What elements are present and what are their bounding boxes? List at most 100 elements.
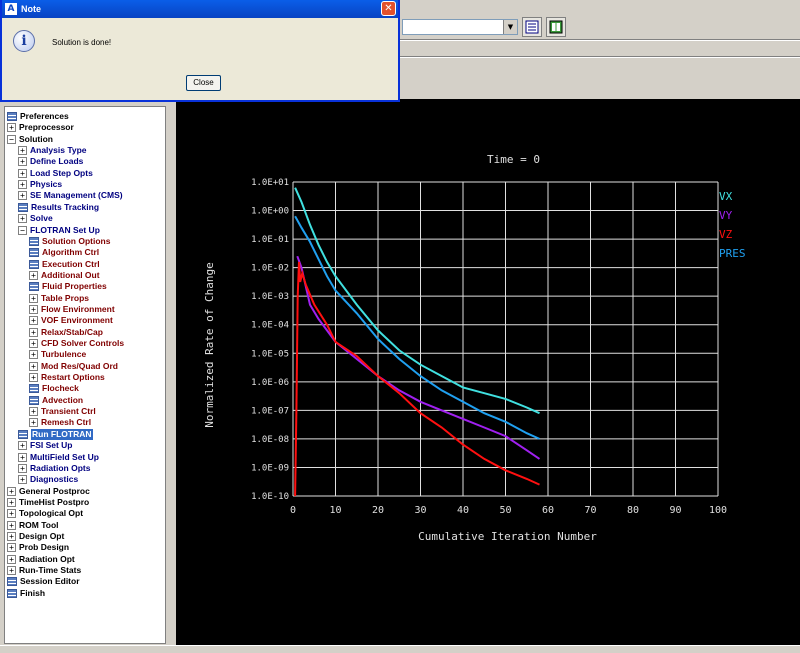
tree-item[interactable]: + Radiation Opts: [18, 463, 90, 474]
tree-item[interactable]: + Physics: [18, 179, 62, 190]
tree-item[interactable]: Finish: [7, 588, 45, 599]
expand-icon[interactable]: +: [7, 554, 16, 564]
tree-item-label: FLOTRAN Set Up: [30, 224, 100, 235]
tree-item[interactable]: + TimeHist Postpro: [7, 497, 89, 508]
expand-icon[interactable]: +: [18, 452, 27, 462]
expand-icon[interactable]: +: [18, 168, 27, 178]
tree-item[interactable]: Fluid Properties: [29, 281, 107, 292]
close-icon[interactable]: ✕: [381, 1, 396, 16]
expand-icon[interactable]: +: [7, 509, 16, 519]
tree-item[interactable]: + VOF Environment: [29, 315, 113, 326]
tree-item[interactable]: + ROM Tool: [7, 520, 59, 531]
expand-icon[interactable]: +: [18, 214, 27, 224]
expand-icon[interactable]: +: [29, 373, 38, 383]
expand-icon[interactable]: +: [7, 543, 16, 553]
expand-icon[interactable]: +: [29, 361, 38, 371]
expand-icon[interactable]: +: [29, 418, 38, 428]
main-menu-tree[interactable]: Preferences + Preprocessor − Solution + Analys…: [4, 106, 166, 644]
tree-item[interactable]: Flocheck: [29, 383, 79, 394]
tree-item[interactable]: Advection: [29, 395, 83, 406]
expand-icon[interactable]: +: [7, 497, 16, 507]
x-tick-label: 30: [414, 505, 426, 516]
tree-item-label: Run-Time Stats: [19, 565, 82, 575]
x-tick-label: 10: [329, 505, 341, 516]
collapse-icon[interactable]: −: [18, 225, 27, 235]
expand-icon[interactable]: +: [7, 566, 16, 575]
tree-item[interactable]: + Remesh Ctrl: [29, 417, 91, 428]
expand-icon[interactable]: +: [29, 304, 38, 314]
y-tick-label: 1.0E+01: [251, 178, 289, 188]
tree-item[interactable]: + FSI Set Up: [18, 440, 73, 451]
tree-item[interactable]: + Design Opt: [7, 531, 64, 542]
tree-item[interactable]: + Load Step Opts: [18, 168, 93, 179]
expand-icon[interactable]: +: [29, 293, 38, 303]
toolbar-button-1[interactable]: [522, 17, 542, 37]
tree-item-label: Additional Out: [41, 269, 100, 280]
tree-item[interactable]: + Transient Ctrl: [29, 406, 96, 417]
tree-item[interactable]: + Turbulence: [29, 349, 86, 360]
expand-icon[interactable]: +: [29, 316, 38, 326]
tree-item[interactable]: + Prob Design: [7, 542, 69, 553]
tree-item[interactable]: Execution Ctrl: [29, 259, 100, 270]
tree-item[interactable]: + Mod Res/Quad Ord: [29, 361, 118, 372]
tree-item[interactable]: + Table Props: [29, 293, 89, 304]
tree-item[interactable]: Preferences: [7, 111, 69, 122]
tree-item-label: Define Loads: [30, 156, 84, 167]
toolbar-button-2[interactable]: [546, 17, 566, 37]
tree-item[interactable]: + Relax/Stab/Cap: [29, 327, 103, 338]
expand-icon[interactable]: +: [7, 123, 16, 133]
expand-icon[interactable]: +: [29, 327, 38, 337]
expand-icon[interactable]: +: [7, 520, 16, 530]
dialog-message: Solution is done!: [52, 38, 112, 47]
tree-item[interactable]: + Flow Environment: [29, 304, 115, 315]
expand-icon[interactable]: +: [18, 191, 27, 201]
expand-icon[interactable]: +: [29, 350, 38, 360]
menu-leaf-icon: [7, 588, 17, 598]
tree-item[interactable]: + Radiation Opt: [7, 554, 75, 565]
tree-item[interactable]: + Restart Options: [29, 372, 105, 383]
status-bar: [0, 645, 800, 653]
dialog-titlebar[interactable]: A Note ✕: [2, 0, 398, 18]
expand-icon[interactable]: +: [18, 463, 27, 473]
tree-item[interactable]: + Run-Time Stats: [7, 565, 81, 576]
tree-item-label: Session Editor: [20, 576, 80, 587]
collapse-icon[interactable]: −: [7, 134, 16, 144]
tree-item[interactable]: Run FLOTRAN: [18, 428, 93, 440]
tree-item[interactable]: + Additional Out: [29, 270, 100, 281]
tree-item[interactable]: Results Tracking: [18, 202, 99, 213]
expand-icon[interactable]: +: [7, 531, 16, 541]
tree-item[interactable]: + CFD Solver Controls: [29, 338, 124, 349]
tree-scrollbar[interactable]: [166, 106, 170, 644]
tree-item[interactable]: + General Postproc: [7, 486, 90, 497]
tree-item[interactable]: + Preprocessor: [7, 122, 74, 133]
graphics-window[interactable]: 0 10 20 30 40 50 60 70 80 90 100 1.0E-10 1.0E-09 1.0E…: [176, 99, 800, 645]
y-tick-label: 1.0E-08: [251, 435, 289, 445]
tree-item[interactable]: + SE Management (CMS): [18, 190, 123, 201]
close-button[interactable]: Close: [186, 75, 221, 91]
tree-item[interactable]: + MultiField Set Up: [18, 452, 99, 463]
tree-item[interactable]: Solution Options: [29, 236, 110, 247]
expand-icon[interactable]: +: [29, 407, 38, 417]
tree-item[interactable]: + Topological Opt: [7, 508, 83, 519]
expand-icon[interactable]: +: [18, 157, 27, 167]
tree-item[interactable]: Algorithm Ctrl: [29, 247, 99, 258]
tree-item[interactable]: Session Editor: [7, 576, 80, 587]
tree-item[interactable]: + Solve: [18, 213, 53, 224]
tree-item-label: Solution Options: [42, 235, 111, 246]
tree-item[interactable]: + Define Loads: [18, 156, 83, 167]
expand-icon[interactable]: +: [18, 180, 27, 190]
expand-icon[interactable]: +: [18, 146, 27, 156]
tree-item[interactable]: − FLOTRAN Set Up: [18, 225, 100, 236]
tree-item[interactable]: − Solution: [7, 134, 53, 145]
expand-icon[interactable]: +: [18, 441, 27, 451]
menu-leaf-icon: [29, 248, 39, 258]
chevron-down-icon[interactable]: ▼: [503, 20, 517, 34]
tree-item[interactable]: + Analysis Type: [18, 145, 87, 156]
command-combo[interactable]: ▼: [402, 19, 518, 35]
expand-icon[interactable]: +: [7, 486, 16, 496]
expand-icon[interactable]: +: [18, 475, 27, 485]
expand-icon[interactable]: +: [29, 339, 38, 348]
tree-item[interactable]: + Diagnostics: [18, 474, 78, 485]
expand-icon[interactable]: +: [29, 270, 38, 280]
tree-item-label: Flocheck: [42, 383, 79, 394]
